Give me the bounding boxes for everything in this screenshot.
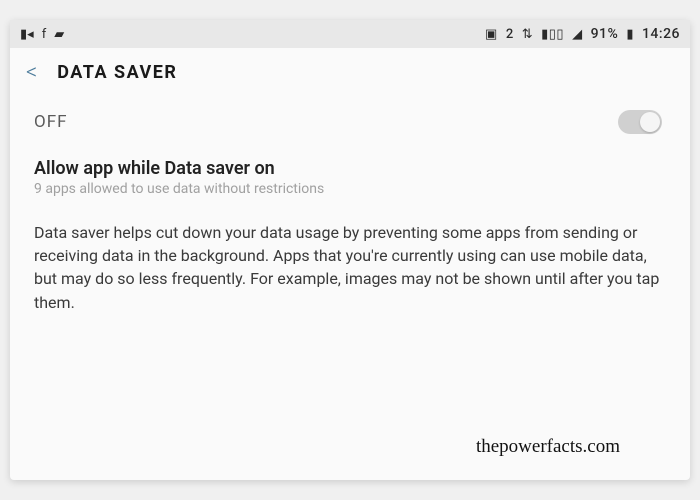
facebook-icon: f xyxy=(42,27,47,42)
status-right: ▣ 2 ⇅ ▮▯▯ ◢ 91% ▮ 14:26 xyxy=(485,26,680,42)
page-title: DATA SAVER xyxy=(57,62,177,83)
signal-icon: ▮▯▯ xyxy=(541,27,564,42)
sim2-icon: 2 xyxy=(506,27,514,42)
allow-apps-subtitle: 9 apps allowed to use data without restr… xyxy=(34,181,666,197)
allow-apps-title: Allow app while Data saver on xyxy=(34,158,666,179)
back-button[interactable]: < xyxy=(26,60,37,85)
battery-icon: ▮ xyxy=(626,27,634,42)
updown-icon: ⇅ xyxy=(522,27,533,42)
master-toggle-row: OFF xyxy=(10,96,690,148)
clock: 14:26 xyxy=(642,26,680,42)
toggle-label: OFF xyxy=(34,112,68,132)
status-left: ▮◂ f ▰ xyxy=(20,27,64,42)
allow-apps-row[interactable]: Allow app while Data saver on 9 apps all… xyxy=(10,148,690,201)
signal2-icon: ◢ xyxy=(572,27,583,42)
data-saver-toggle[interactable] xyxy=(618,110,662,134)
description-text: Data saver helps cut down your data usag… xyxy=(10,201,690,334)
toggle-knob xyxy=(640,112,660,132)
watermark-text: thepowerfacts.com xyxy=(476,436,620,458)
header: < DATA SAVER xyxy=(10,48,690,96)
cast-icon: ▣ xyxy=(485,27,498,42)
status-bar: ▮◂ f ▰ ▣ 2 ⇅ ▮▯▯ ◢ 91% ▮ 14:26 xyxy=(10,20,690,48)
camera-icon: ▮◂ xyxy=(20,27,34,42)
phone-frame: ▮◂ f ▰ ▣ 2 ⇅ ▮▯▯ ◢ 91% ▮ 14:26 < DATA SA… xyxy=(10,20,690,480)
messages-icon: ▰ xyxy=(54,27,64,42)
battery-pct: 91% xyxy=(591,26,619,42)
